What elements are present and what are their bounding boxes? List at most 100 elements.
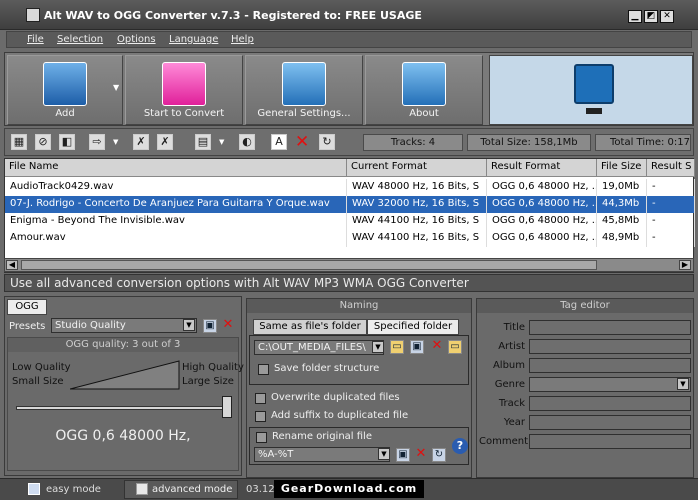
menu-file[interactable]: File (27, 34, 44, 45)
help-icon[interactable]: ? (452, 438, 468, 454)
cell-result-format: OGG 0,6 48000 Hz, ... (487, 196, 597, 213)
logo-stand-icon (586, 108, 602, 114)
tag-editor-header: Tag editor (477, 299, 693, 313)
scroll-thumb[interactable] (21, 260, 597, 270)
rename-box: Rename original file %A-%T ▼ ▣ ✕ ↻ ? (249, 427, 469, 465)
genre-select[interactable] (529, 377, 691, 392)
save-structure-label: Save folder structure (274, 363, 380, 374)
advanced-mode-tab[interactable]: advanced mode (152, 484, 232, 495)
add-dropdown-icon[interactable]: ▼ (113, 83, 119, 92)
year-field[interactable] (529, 415, 691, 430)
table-row-selected[interactable]: 07-J. Rodrigo - Concerto De Aranjuez Par… (5, 196, 695, 213)
column-result-size[interactable]: Result S (647, 159, 695, 177)
low-quality-label: Low Quality (12, 362, 71, 373)
tab-ogg[interactable]: OGG (7, 299, 47, 315)
folder-icon[interactable]: ▭ (390, 340, 404, 354)
save-folder-icon[interactable]: ▣ (410, 340, 424, 354)
cell-result-size: - (647, 196, 695, 213)
play-icon[interactable]: ◐ (239, 134, 255, 150)
menu-options[interactable]: Options (117, 34, 156, 45)
delete-pattern-icon[interactable]: ✕ (414, 447, 428, 462)
close-button[interactable]: ✕ (660, 10, 674, 23)
invert-selection-icon[interactable]: ◧ (59, 134, 75, 150)
convert-label: Start to Convert (143, 108, 225, 119)
window-title: Alt WAV to OGG Converter v.7.3 - Registe… (44, 9, 422, 22)
overwrite-label: Overwrite duplicated files (271, 392, 400, 403)
column-file-size[interactable]: File Size (597, 159, 647, 177)
delete-icon[interactable]: ✕ (295, 132, 309, 152)
status-bar: easy mode advanced mode 03.12 GearDownlo… (0, 478, 698, 500)
genre-label: Genre (494, 379, 525, 390)
track-field[interactable] (529, 396, 691, 411)
table-row[interactable]: Amour.wav WAV 44100 Hz, 16 Bits, S OGG 0… (5, 230, 695, 247)
artist-field[interactable] (529, 339, 691, 354)
menu-help[interactable]: Help (231, 34, 254, 45)
promo-bar[interactable]: Use all advanced conversion options with… (4, 274, 694, 292)
high-quality-label: High Quality (182, 362, 244, 373)
columns-dropdown-icon[interactable]: ▼ (219, 138, 224, 146)
minimize-button[interactable]: ▁ (628, 10, 642, 23)
deselect-icon[interactable]: ⊘ (35, 134, 51, 150)
table-row[interactable]: Enigma - Beyond The Invisible.wav WAV 44… (5, 213, 695, 230)
cell-result-format: OGG 0,6 48000 Hz, ... (487, 213, 597, 230)
refresh-icon[interactable]: ↻ (319, 134, 335, 150)
file-list[interactable]: File Name Current Format Result Format F… (4, 158, 695, 273)
refresh-pattern-icon[interactable]: ↻ (432, 448, 446, 462)
select-all-icon[interactable]: ▦ (11, 134, 27, 150)
easy-mode-tab[interactable]: easy mode (46, 484, 101, 495)
delete-preset-icon[interactable]: ✕ (221, 318, 235, 333)
chevron-down-icon[interactable]: ▼ (378, 448, 390, 460)
scroll-right-icon[interactable]: ▶ (679, 260, 691, 270)
title-field[interactable] (529, 320, 691, 335)
table-row[interactable]: AudioTrack0429.wav WAV 48000 Hz, 16 Bits… (5, 179, 695, 196)
menu-selection[interactable]: Selection (57, 34, 103, 45)
save-structure-checkbox[interactable] (258, 364, 269, 375)
tab-same-folder[interactable]: Same as file's folder (253, 319, 367, 335)
save-pattern-icon[interactable]: ▣ (396, 448, 410, 462)
horizontal-scrollbar[interactable]: ◀ ▶ (4, 258, 694, 272)
cell-file-size: 19,0Mb (597, 179, 647, 196)
cell-file-name: Amour.wav (5, 230, 347, 247)
start-convert-button[interactable]: Start to Convert (125, 55, 243, 125)
remove-all-icon[interactable]: ✗ (157, 134, 173, 150)
columns-icon[interactable]: ▤ (195, 134, 211, 150)
menu-language[interactable]: Language (169, 34, 218, 45)
general-settings-button[interactable]: General Settings... (245, 55, 363, 125)
column-file-name[interactable]: File Name (5, 159, 347, 177)
album-field[interactable] (529, 358, 691, 373)
chevron-down-icon[interactable]: ▼ (183, 319, 195, 331)
rename-pattern-select[interactable]: %A-%T (254, 447, 390, 462)
rename-checkbox[interactable] (256, 432, 267, 443)
remove-selected-icon[interactable]: ✗ (133, 134, 149, 150)
cell-current-format: WAV 32000 Hz, 16 Bits, S (347, 196, 487, 213)
quality-slider-thumb[interactable] (222, 396, 232, 418)
open-folder-icon[interactable]: ▭ (448, 340, 462, 354)
comment-label: Comment (479, 436, 528, 447)
scroll-left-icon[interactable]: ◀ (6, 260, 18, 270)
output-folder-select[interactable]: C:\OUT_MEDIA_FILES\ (254, 340, 384, 355)
add-suffix-checkbox[interactable] (255, 411, 266, 422)
restore-button[interactable]: ◩ (644, 10, 658, 23)
tab-specified-folder[interactable]: Specified folder (367, 319, 459, 335)
overwrite-checkbox[interactable] (255, 393, 266, 404)
move-dropdown-icon[interactable]: ▼ (113, 138, 118, 146)
menu-bar: File Selection Options Language Help (6, 31, 692, 48)
rename-label: Rename original file (272, 431, 372, 442)
cell-current-format: WAV 44100 Hz, 16 Bits, S (347, 213, 487, 230)
about-button[interactable]: About (365, 55, 483, 125)
add-button[interactable]: Add (7, 55, 123, 125)
rename-icon[interactable]: A (271, 134, 287, 150)
chevron-down-icon[interactable]: ▼ (372, 341, 384, 353)
chevron-down-icon[interactable]: ▼ (677, 378, 689, 390)
add-suffix-label: Add suffix to duplicated file (271, 410, 409, 421)
move-icon[interactable]: ⇨ (89, 134, 105, 150)
quality-slider[interactable] (16, 406, 232, 410)
column-result-format[interactable]: Result Format (487, 159, 597, 177)
save-preset-icon[interactable]: ▣ (203, 319, 217, 333)
delete-folder-icon[interactable]: ✕ (430, 339, 444, 354)
comment-field[interactable] (529, 434, 691, 449)
cell-file-size: 45,8Mb (597, 213, 647, 230)
presets-select[interactable]: Studio Quality (51, 318, 197, 333)
album-label: Album (492, 360, 525, 371)
column-current-format[interactable]: Current Format (347, 159, 487, 177)
